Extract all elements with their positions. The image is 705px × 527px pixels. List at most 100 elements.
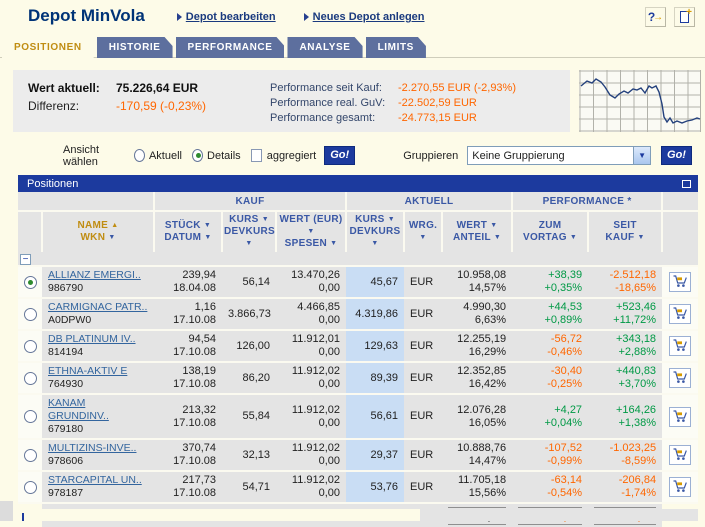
waehrung-value: EUR <box>410 448 434 461</box>
anteil-value: 14,57% <box>468 282 507 294</box>
tab-analyse[interactable]: ANALYSE <box>287 37 362 58</box>
vortag-abs-value: -56,72 <box>550 333 583 345</box>
col-stueck-datum[interactable]: STÜCK ▼ DATUM ▼ <box>153 211 222 252</box>
sort-desc-icon: ▼ <box>203 222 212 229</box>
stueck-value: 138,19 <box>182 365 216 377</box>
kurs-kauf-value: 126,00 <box>236 339 270 352</box>
stueck-value: 370,74 <box>182 442 216 454</box>
stueck-value: 239,94 <box>182 269 216 281</box>
spesen-value: 0,00 <box>318 314 341 326</box>
wert-aktuell-value: 75.226,64 EUR <box>116 81 199 95</box>
col-kurs-devkurs-aktuell[interactable]: KURS ▼ DEVKURS ▼ <box>345 211 405 252</box>
arrow-bullet-icon <box>176 13 182 21</box>
row-select-radio[interactable] <box>24 307 37 321</box>
col-zum-vortag[interactable]: ZUM VORTAG ▼ <box>511 211 589 252</box>
buy-cart-button[interactable] <box>669 304 692 324</box>
buy-cart-button[interactable] <box>669 272 692 292</box>
anteil-value: 16,05% <box>468 416 507 429</box>
vortag-pct-value: -0,54% <box>547 487 583 499</box>
col-kurs-devkurs-kauf[interactable]: KURS ▼ DEVKURS ▼ <box>221 211 276 252</box>
position-row: ALLIANZ EMERGI.. 986790 239,94 18.04.08 … <box>18 266 699 299</box>
sort-desc-icon: ▼ <box>108 234 116 241</box>
buy-cart-button[interactable] <box>669 445 692 465</box>
anteil-value: 16,29% <box>468 346 507 358</box>
gruppieren-selected-value: Keine Gruppierung <box>472 149 565 162</box>
radio-details[interactable] <box>191 149 204 162</box>
row-select-radio[interactable] <box>24 448 37 462</box>
anteil-value: 16,42% <box>468 378 507 390</box>
buy-cart-button[interactable] <box>669 477 692 497</box>
spesen-value: 0,00 <box>318 346 341 358</box>
neues-depot-anlegen-link[interactable]: Neues Depot anlegen <box>303 11 425 23</box>
buy-cart-button[interactable] <box>669 368 692 388</box>
window-icon[interactable] <box>682 179 691 188</box>
position-name-link[interactable]: CARMIGNAC PATR.. <box>48 301 147 314</box>
wert-aktuell-value: 12.076,28 <box>457 403 507 416</box>
row-select-radio[interactable] <box>24 275 37 289</box>
row-select-radio[interactable] <box>24 410 37 423</box>
group-kauf: KAUF <box>152 192 347 212</box>
gruppieren-select[interactable]: Keine Gruppierung ▼ <box>467 146 652 165</box>
radio-aktuell-label: Aktuell <box>148 149 182 162</box>
stueck-value: 1,16 <box>194 301 216 313</box>
position-name-link[interactable]: STARCAPITAL UN.. <box>48 474 142 487</box>
buy-cart-button[interactable] <box>669 336 692 356</box>
row-select-radio[interactable] <box>24 371 37 385</box>
vortag-abs-value: +38,39 <box>548 269 583 281</box>
position-name-link[interactable]: DB PLATINUM IV.. <box>48 333 136 346</box>
tab-positionen[interactable]: POSITIONEN <box>2 37 94 58</box>
buy-cart-button[interactable] <box>669 406 692 427</box>
col-name-wkn[interactable]: NAME ▲ WKN ▼ <box>41 211 154 252</box>
gruppieren-go-button[interactable]: Go! <box>661 146 692 165</box>
sort-desc-icon: ▼ <box>569 234 578 241</box>
spesen-value: 0,00 <box>318 416 341 429</box>
col-wrg[interactable]: WRG. ▼ <box>403 211 443 252</box>
vortag-abs-value: +4,27 <box>554 403 583 416</box>
col-seit-kauf[interactable]: SEIT KAUF ▼ <box>587 211 663 252</box>
wert-eur-value: 11.912,02 <box>291 442 341 454</box>
top-bar: Depot MinVola Depot bearbeiten Neues Dep… <box>0 0 705 32</box>
spesen-value: 0,00 <box>318 282 341 294</box>
col-wert-anteil[interactable]: WERT ▼ ANTEIL ▼ <box>441 211 513 252</box>
seit-kauf-pct-value: -8,59% <box>621 455 657 467</box>
sort-desc-icon: ▼ <box>245 240 253 247</box>
collapse-group-icon[interactable]: − <box>20 253 31 265</box>
wert-eur-value: 11.912,02 <box>291 365 341 377</box>
tab-limits[interactable]: LIMITS <box>366 37 426 58</box>
tab-historie[interactable]: HISTORIE <box>97 37 173 58</box>
kurs-aktuell-value: 53,76 <box>370 480 399 493</box>
depot-bearbeiten-link[interactable]: Depot bearbeiten <box>176 11 276 23</box>
seit-kauf-abs-value: +523,46 <box>615 301 657 313</box>
tab-performance[interactable]: PERFORMANCE <box>176 37 285 58</box>
anteil-value: 14,47% <box>468 455 507 467</box>
col-wert-spesen[interactable]: WERT (EUR) ▼ SPESEN ▼ <box>274 211 347 252</box>
sort-desc-icon: ▼ <box>419 234 427 241</box>
row-select-radio[interactable] <box>24 480 37 494</box>
kurs-kauf-value: 55,84 <box>242 410 270 422</box>
kurs-aktuell-value: 29,37 <box>370 448 399 461</box>
waehrung-value: EUR <box>410 410 434 422</box>
waehrung-value: EUR <box>410 275 434 288</box>
perf-gesamt-value: -24.773,15 EUR <box>398 112 477 124</box>
vortag-pct-value: +0,89% <box>544 314 583 326</box>
wert-aktuell-value: 10.958,08 <box>457 269 507 281</box>
wert-aktuell-value: 10.888,76 <box>457 442 507 454</box>
radio-aktuell[interactable] <box>133 149 145 162</box>
seit-kauf-abs-value: -206,84 <box>618 474 657 486</box>
sort-desc-icon: ▼ <box>204 234 212 241</box>
new-window-icon[interactable]: + <box>674 7 695 27</box>
sort-desc-icon: ▼ <box>493 234 502 241</box>
datum-value: 17.10.08 <box>173 416 216 429</box>
position-name-link[interactable]: ALLIANZ EMERGI.. <box>48 269 141 282</box>
help-icon[interactable]: ? → <box>645 7 666 27</box>
positions-table: KAUF AKTUELL PERFORMANCE * NAME ▲ WKN ▼ … <box>18 192 699 527</box>
stueck-value: 94,54 <box>188 333 216 345</box>
position-wkn: 679180 <box>48 423 84 435</box>
position-name-link[interactable]: MULTIZINS-INVE.. <box>48 442 136 455</box>
ansicht-go-button[interactable]: Go! <box>324 146 356 165</box>
row-select-radio[interactable] <box>24 339 37 353</box>
summary-box: Wert aktuell: 75.226,64 EUR Differenz: -… <box>13 70 570 132</box>
position-name-link[interactable]: KANAM GRUNDINV.. <box>48 397 148 423</box>
position-name-link[interactable]: ETHNA-AKTIV E <box>48 365 127 378</box>
aggregiert-checkbox[interactable] <box>250 149 262 162</box>
